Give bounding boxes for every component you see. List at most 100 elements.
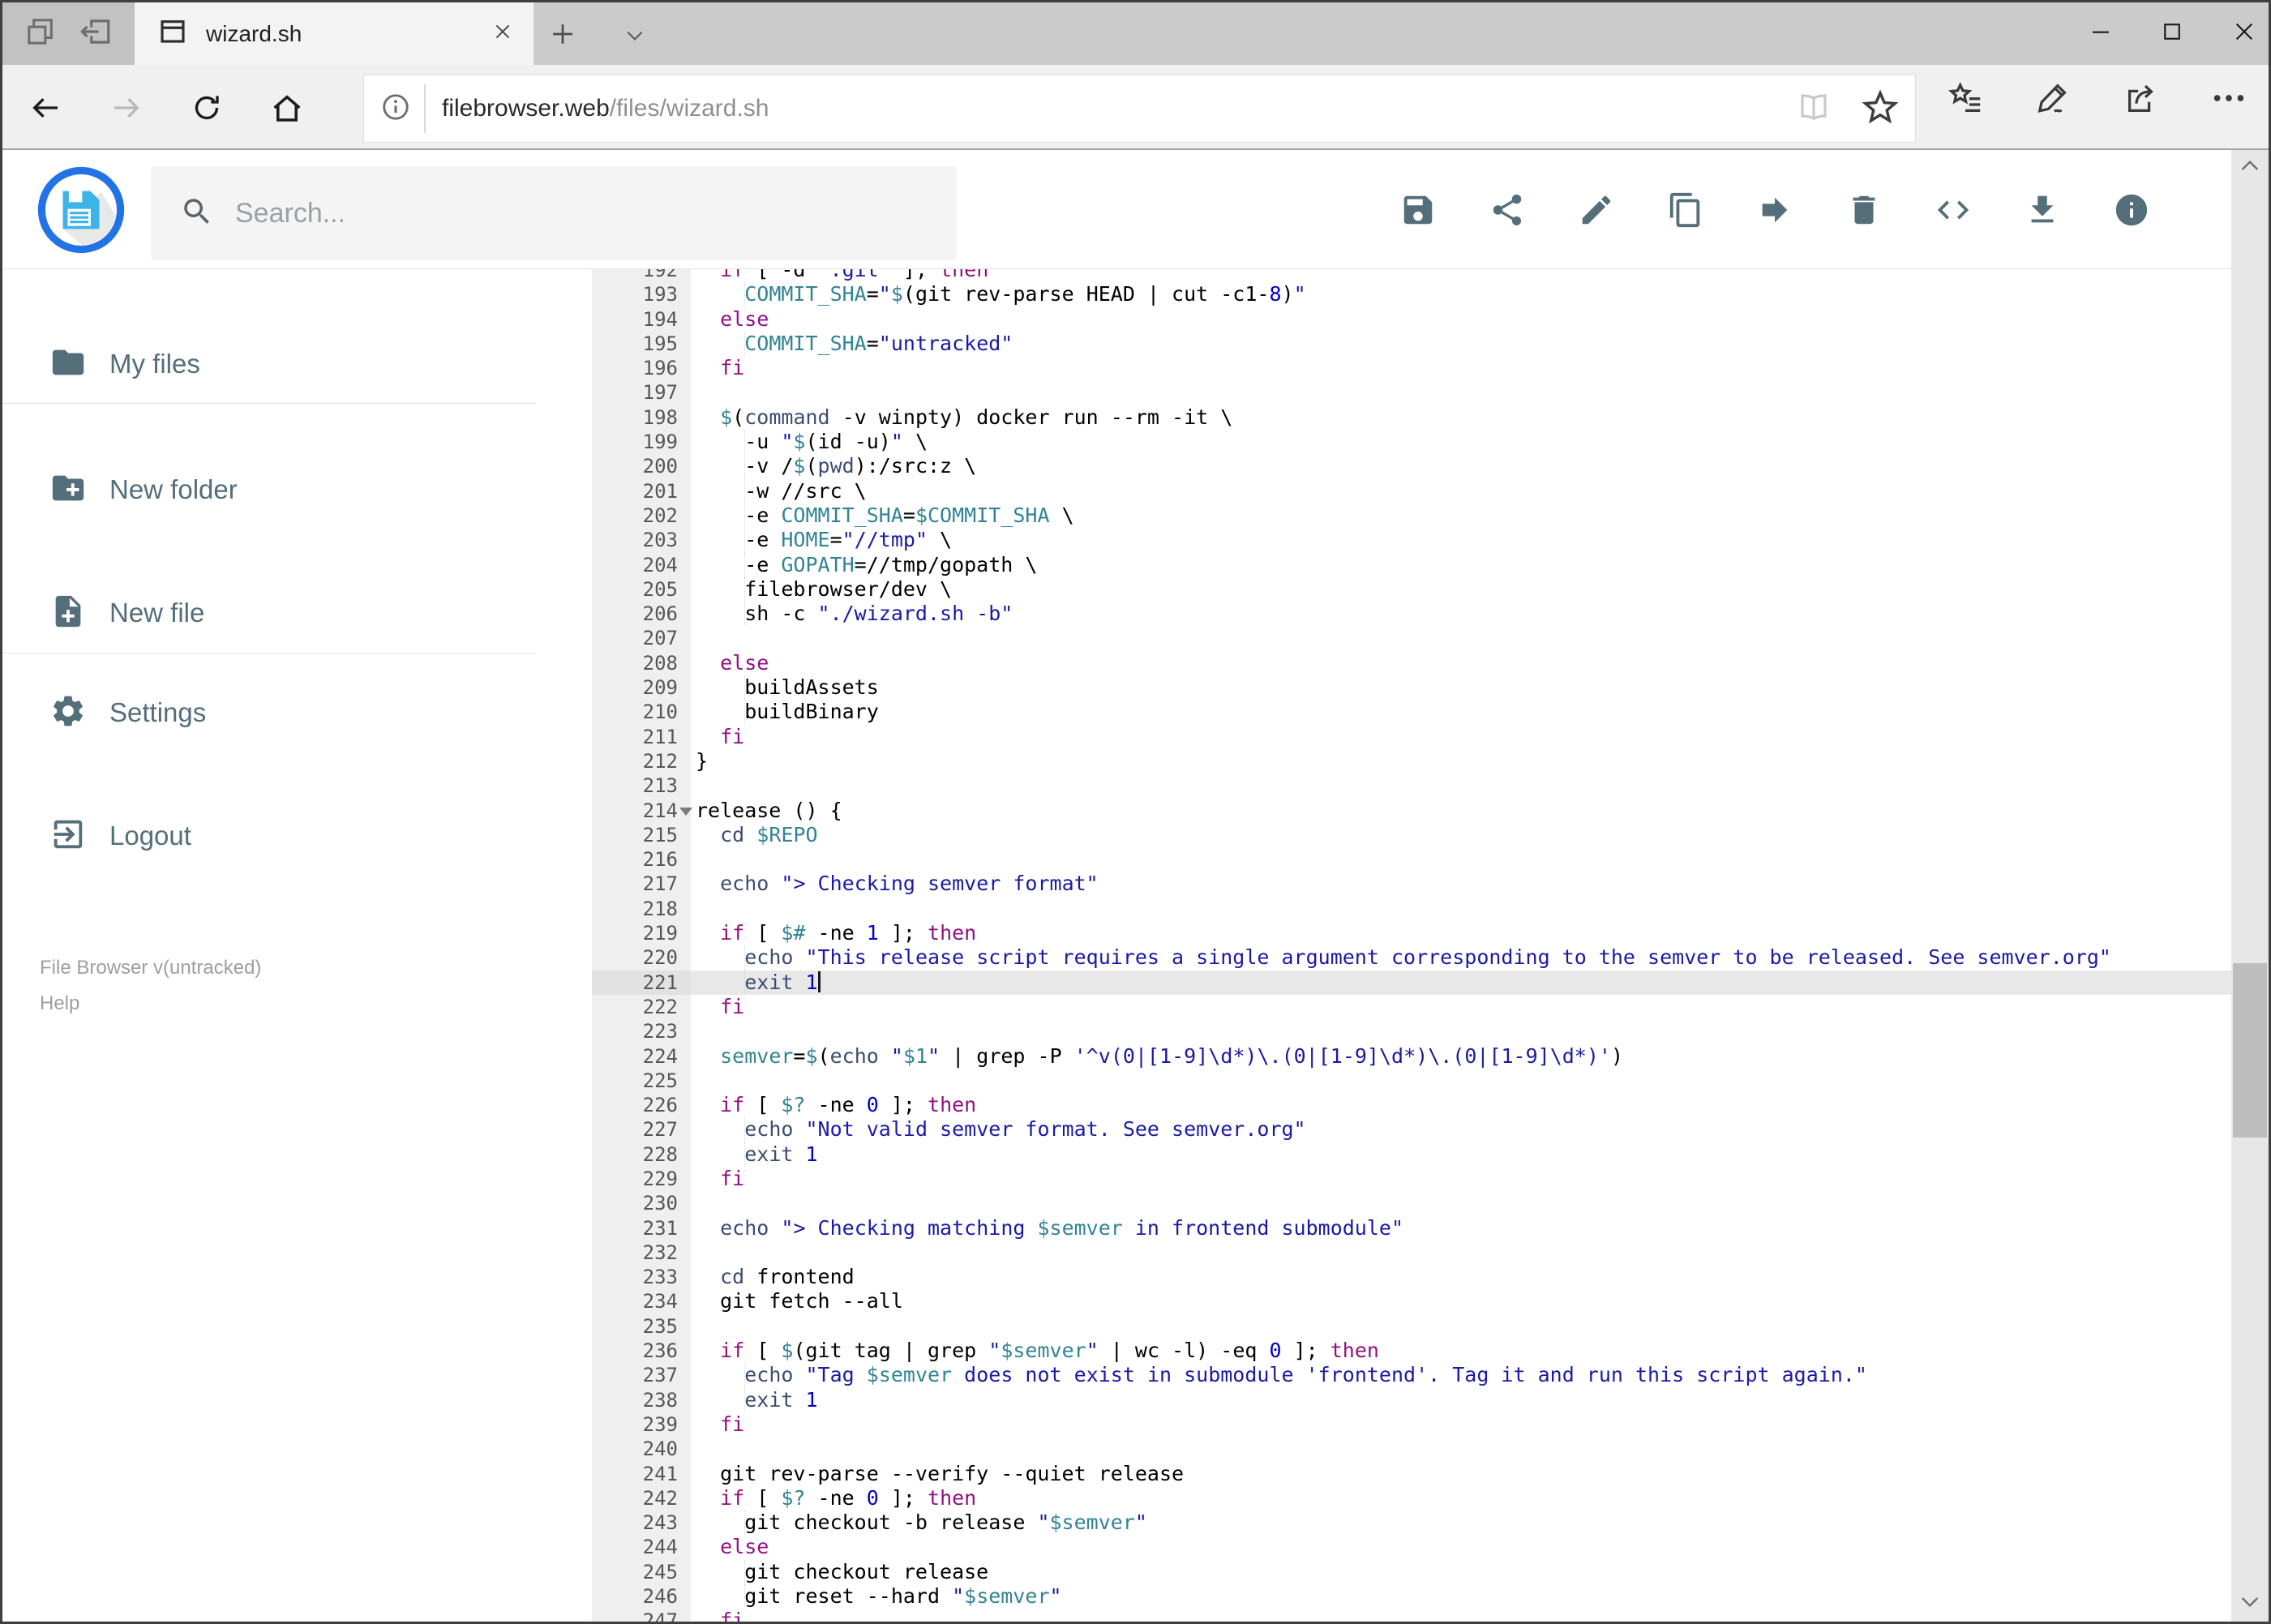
page-scrollbar[interactable]	[2231, 150, 2269, 1622]
code-line-201[interactable]: 201 -w //src \	[592, 478, 2231, 504]
code-line-240[interactable]: 240	[592, 1437, 2231, 1462]
search-input[interactable]: Search...	[151, 166, 957, 260]
scroll-down-icon[interactable]	[2237, 1588, 2263, 1618]
code-line-238[interactable]: 238 exit 1	[592, 1387, 2231, 1413]
code-line-224[interactable]: 224 semver=$(echo "$1" | grep -P '^v(0|[…	[592, 1043, 2231, 1069]
browser-tab[interactable]: wizard.sh	[135, 2, 533, 65]
favorites-hub-icon[interactable]	[1947, 79, 1985, 121]
code-line-247[interactable]: 247 fi	[592, 1609, 2231, 1622]
code-line-228[interactable]: 228 exit 1	[592, 1142, 2231, 1168]
code-line-230[interactable]: 230	[592, 1191, 2231, 1216]
code-line-193[interactable]: 193 COMMIT_SHA="$(git rev-parse HEAD | c…	[592, 282, 2231, 307]
info-button[interactable]	[2113, 191, 2150, 229]
code-line-200[interactable]: 200 -v /$(pwd):/src:z \	[592, 454, 2231, 479]
code-line-204[interactable]: 204 -e GOPATH=//tmp/gopath \	[592, 552, 2231, 578]
window-close-button[interactable]	[2231, 19, 2257, 49]
code-line-213[interactable]: 213	[592, 773, 2231, 799]
code-line-194[interactable]: 194 else	[592, 306, 2231, 332]
filebrowser-logo[interactable]	[36, 165, 126, 255]
code-line-209[interactable]: 209 buildAssets	[592, 675, 2231, 701]
web-notes-pen-icon[interactable]	[2035, 79, 2072, 121]
code-line-241[interactable]: 241 git rev-parse --verify --quiet relea…	[592, 1461, 2231, 1486]
url-text[interactable]: filebrowser.web/files/wizard.sh	[442, 95, 1797, 122]
tab-close-icon[interactable]	[491, 20, 514, 47]
code-line-195[interactable]: 195 COMMIT_SHA="untracked"	[592, 331, 2231, 357]
download-button[interactable]	[2024, 191, 2061, 229]
sidebar-item-settings[interactable]: Settings	[2, 689, 570, 736]
code-line-227[interactable]: 227 echo "Not valid semver format. See s…	[592, 1117, 2231, 1142]
share-page-icon[interactable]	[2123, 79, 2160, 121]
code-line-218[interactable]: 218	[592, 896, 2231, 922]
edit-button[interactable]	[1578, 191, 1615, 229]
share-button[interactable]	[1489, 191, 1526, 229]
code-line-207[interactable]: 207	[592, 626, 2231, 651]
code-button[interactable]	[1935, 191, 1972, 229]
code-line-232[interactable]: 232	[592, 1240, 2231, 1266]
code-line-234[interactable]: 234 git fetch --all	[592, 1289, 2231, 1314]
move-button[interactable]	[1756, 191, 1793, 229]
code-line-205[interactable]: 205 filebrowser/dev \	[592, 576, 2231, 602]
code-line-229[interactable]: 229 fi	[592, 1166, 2231, 1192]
refresh-icon[interactable]	[191, 92, 223, 128]
window-minimize-button[interactable]	[2089, 19, 2113, 48]
code-editor[interactable]: 192 if [ -d ".git" ]; then 193 COMMIT_SHA…	[592, 269, 2231, 1622]
code-line-223[interactable]: 223	[592, 1019, 2231, 1044]
code-line-211[interactable]: 211 fi	[592, 724, 2231, 749]
set-tabs-aside-icon[interactable]	[79, 15, 113, 53]
copy-button[interactable]	[1667, 191, 1704, 229]
code-line-198[interactable]: 198 $(command -v winpty) docker run --rm…	[592, 405, 2231, 431]
sidebar-item-new-folder[interactable]: New folder	[2, 466, 570, 513]
code-line-236[interactable]: 236 if [ $(git tag | grep "$semver" | wc…	[592, 1339, 2231, 1364]
scrollbar-thumb[interactable]	[2233, 963, 2267, 1138]
code-text: else	[720, 650, 769, 675]
code-line-239[interactable]: 239 fi	[592, 1412, 2231, 1438]
delete-button[interactable]	[1845, 191, 1883, 229]
forward-icon[interactable]	[110, 92, 143, 128]
code-line-235[interactable]: 235	[592, 1313, 2231, 1339]
sidebar-item-logout[interactable]: Logout	[2, 812, 570, 859]
code-line-242[interactable]: 242 if [ $? -ne 0 ]; then	[592, 1485, 2231, 1511]
code-line-231[interactable]: 231 echo "> Checking matching $semver in…	[592, 1215, 2231, 1240]
code-line-225[interactable]: 225	[592, 1068, 2231, 1094]
code-line-216[interactable]: 216	[592, 847, 2231, 872]
tab-preview-icon[interactable]	[24, 15, 57, 52]
code-line-215[interactable]: 215 cd $REPO	[592, 822, 2231, 848]
code-line-246[interactable]: 246 git reset --hard "$semver"	[592, 1584, 2231, 1609]
code-line-219[interactable]: 219 if [ $# -ne 1 ]; then	[592, 921, 2231, 946]
code-line-221[interactable]: 221 exit 1	[592, 970, 2231, 996]
code-line-245[interactable]: 245 git checkout release	[592, 1559, 2231, 1585]
code-line-199[interactable]: 199 -u "$(id -u)" \	[592, 430, 2231, 455]
window-maximize-button[interactable]	[2160, 19, 2184, 48]
code-line-196[interactable]: 196 fi	[592, 356, 2231, 381]
code-line-222[interactable]: 222 fi	[592, 994, 2231, 1020]
help-link[interactable]: Help	[40, 986, 261, 1022]
code-line-212[interactable]: 212}	[592, 748, 2231, 774]
sidebar-item-new-file[interactable]: New file	[2, 589, 570, 636]
site-info-icon[interactable]	[380, 92, 411, 126]
back-icon[interactable]	[29, 92, 62, 128]
code-line-208[interactable]: 208 else	[592, 650, 2231, 676]
home-icon[interactable]	[270, 92, 304, 130]
more-options-icon[interactable]	[2210, 79, 2247, 121]
code-line-244[interactable]: 244 else	[592, 1535, 2231, 1560]
scroll-up-icon[interactable]	[2237, 153, 2263, 183]
code-line-203[interactable]: 203 -e HOME="//tmp" \	[592, 528, 2231, 553]
code-line-226[interactable]: 226 if [ $? -ne 0 ]; then	[592, 1093, 2231, 1118]
new-tab-button[interactable]	[547, 19, 578, 54]
code-line-192[interactable]: 192 if [ -d ".git" ]; then	[592, 269, 2231, 283]
code-line-210[interactable]: 210 buildBinary	[592, 700, 2231, 725]
code-line-243[interactable]: 243 git checkout -b release "$semver"	[592, 1510, 2231, 1536]
code-line-237[interactable]: 237 echo "Tag $semver does not exist in …	[592, 1363, 2231, 1388]
url-box[interactable]: filebrowser.web/files/wizard.sh	[363, 75, 1916, 143]
code-line-206[interactable]: 206 sh -c "./wizard.sh -b"	[592, 602, 2231, 627]
code-line-197[interactable]: 197	[592, 380, 2231, 405]
code-line-217[interactable]: 217 echo "> Checking semver format"	[592, 872, 2231, 897]
add-favorite-star-icon[interactable]	[1862, 88, 1899, 130]
sidebar-item-my-files[interactable]: My files	[2, 341, 570, 388]
code-line-202[interactable]: 202 -e COMMIT_SHA=$COMMIT_SHA \	[592, 503, 2231, 529]
code-line-220[interactable]: 220 echo "This release script requires a…	[592, 945, 2231, 971]
code-line-214[interactable]: 214 release () {	[592, 798, 2231, 823]
tab-list-chevron-icon[interactable]	[623, 24, 647, 52]
save-button[interactable]	[1399, 191, 1437, 229]
code-line-233[interactable]: 233 cd frontend	[592, 1265, 2231, 1290]
